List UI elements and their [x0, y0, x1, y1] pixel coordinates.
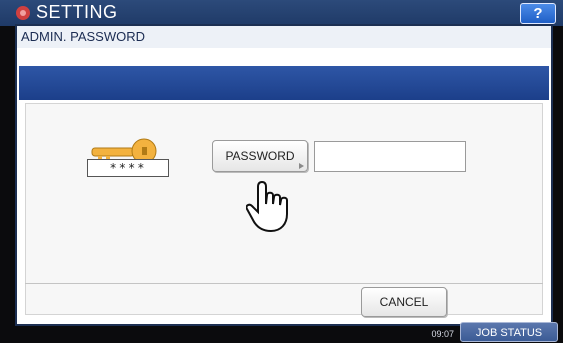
clock: 09:07 [431, 329, 454, 339]
divider [25, 283, 543, 284]
top-bar: SETTING ? [0, 0, 563, 26]
cancel-button[interactable]: CANCEL [361, 287, 447, 317]
chevron-right-icon [299, 163, 304, 169]
dialog-title: ADMIN. PASSWORD [17, 26, 551, 48]
job-status-button[interactable]: JOB STATUS [460, 322, 558, 342]
password-button-label: PASSWORD [225, 149, 295, 163]
password-button[interactable]: PASSWORD [212, 140, 308, 172]
setting-icon [16, 6, 30, 20]
password-field[interactable] [314, 141, 466, 172]
masked-password-example: **** [87, 159, 169, 177]
app-title: SETTING [36, 2, 118, 22]
help-button[interactable]: ? [520, 3, 556, 24]
dialog-header-bar [19, 66, 549, 100]
hand-pointer-icon [246, 180, 288, 233]
